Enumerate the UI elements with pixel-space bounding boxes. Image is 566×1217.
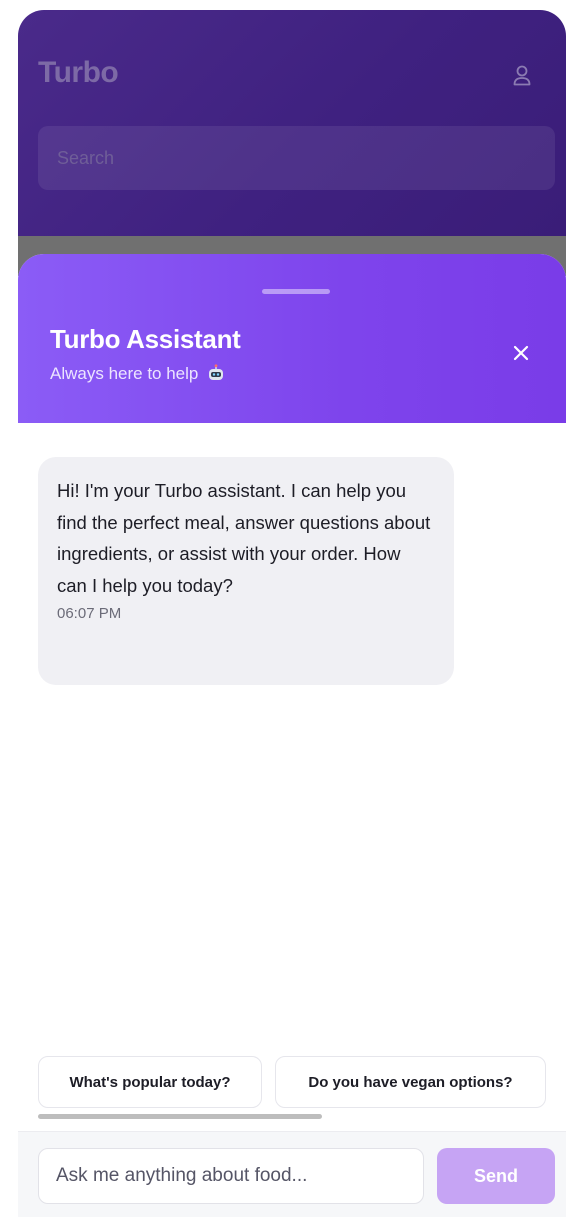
suggestions-scrollbar[interactable] bbox=[38, 1114, 322, 1119]
search-placeholder: Search bbox=[57, 148, 115, 168]
suggestion-chip-popular[interactable]: What's popular today? bbox=[38, 1056, 262, 1108]
assistant-subtitle-text: Always here to help bbox=[50, 364, 199, 383]
robot-icon bbox=[209, 364, 224, 380]
assistant-title: Turbo Assistant bbox=[50, 324, 241, 354]
chat-input[interactable] bbox=[38, 1148, 424, 1204]
message-timestamp: 06:07 PM bbox=[57, 605, 122, 622]
assistant-sheet: Turbo Assistant Always here to help Hi! bbox=[18, 254, 566, 1217]
app-title: Turbo bbox=[38, 56, 119, 89]
message-text: Hi! I'm your Turbo assistant. I can help… bbox=[57, 480, 431, 596]
assistant-header: Turbo Assistant Always here to help bbox=[18, 254, 566, 423]
suggestion-chip-vegan[interactable]: Do you have vegan options? bbox=[275, 1056, 546, 1108]
assistant-subtitle: Always here to help bbox=[50, 364, 225, 384]
send-button[interactable]: Send bbox=[437, 1148, 555, 1204]
suggestion-chips: What's popular today? Do you have vegan … bbox=[38, 1056, 566, 1112]
composer: Send bbox=[18, 1131, 566, 1217]
assistant-message: Hi! I'm your Turbo assistant. I can help… bbox=[38, 457, 454, 685]
close-icon[interactable] bbox=[510, 342, 532, 364]
app-header: Turbo Search bbox=[18, 10, 566, 236]
user-icon[interactable] bbox=[512, 64, 532, 86]
search-input[interactable]: Search bbox=[38, 126, 555, 190]
drag-handle[interactable] bbox=[262, 289, 330, 294]
app-screen: Turbo Search Turbo Assistant Always here… bbox=[18, 10, 566, 1217]
